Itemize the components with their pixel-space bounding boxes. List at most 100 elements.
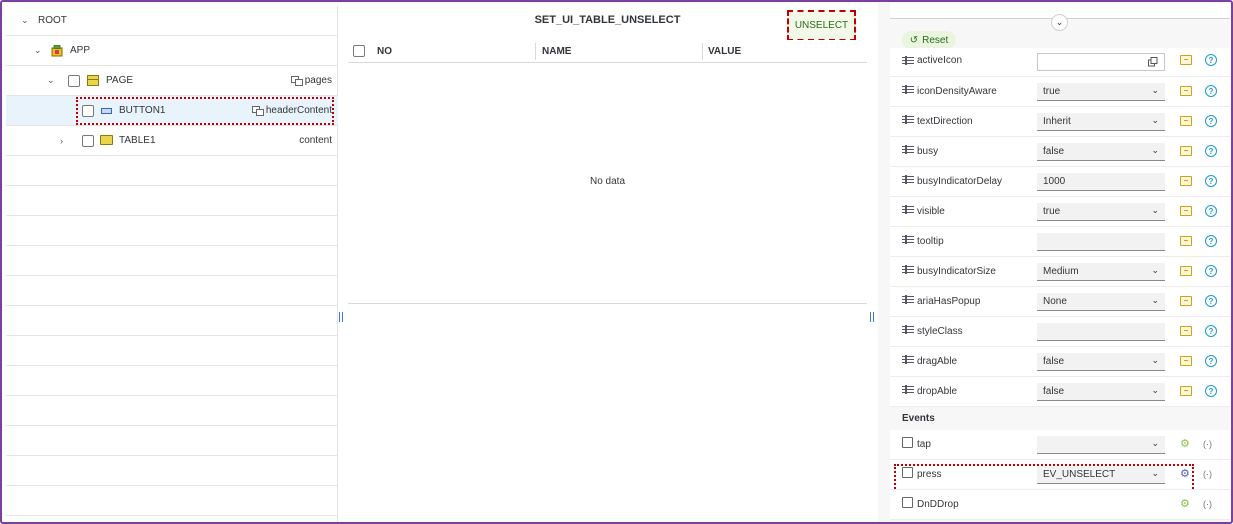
code-link-icon[interactable]: (·) — [1203, 499, 1212, 509]
tree-row-empty — [6, 276, 338, 306]
splitter-handle[interactable] — [339, 312, 343, 322]
column-header-name[interactable]: NAME — [542, 40, 571, 62]
column-separator — [535, 43, 536, 60]
reset-button[interactable]: ↺ Reset — [902, 31, 956, 49]
folder-icon[interactable] — [1180, 296, 1192, 306]
splitter-handle[interactable] — [870, 312, 874, 322]
code-link-icon[interactable]: (·) — [1203, 469, 1212, 479]
property-input[interactable] — [1037, 53, 1165, 71]
help-icon[interactable]: ? — [1205, 115, 1217, 127]
folder-icon[interactable] — [1180, 356, 1192, 366]
property-label: activeIcon — [917, 55, 963, 66]
gear-icon[interactable]: ⚙ — [1180, 498, 1190, 510]
folder-icon[interactable] — [1180, 146, 1192, 156]
property-row-busyindicatorsize: busyIndicatorSize Medium ⌄ ? — [890, 257, 1230, 287]
help-icon[interactable]: ? — [1205, 145, 1217, 157]
tree-row-root[interactable]: ⌄ ROOT — [6, 6, 338, 36]
tree-row-app[interactable]: ⌄ APP — [6, 36, 338, 66]
folder-icon[interactable] — [1180, 116, 1192, 126]
help-icon[interactable]: ? — [1205, 385, 1217, 397]
help-icon[interactable]: ? — [1205, 235, 1217, 247]
column-header-no[interactable]: NO — [377, 40, 392, 62]
event-handler-select[interactable]: ⌄ — [1037, 436, 1165, 454]
chevron-down-icon: ⌄ — [1151, 295, 1159, 305]
event-checkbox[interactable] — [902, 497, 913, 508]
property-label: dragAble — [917, 356, 958, 367]
property-select[interactable]: Medium ⌄ — [1037, 263, 1165, 281]
chevron-down-icon: ⌄ — [1151, 115, 1159, 125]
help-icon[interactable]: ? — [1205, 265, 1217, 277]
folder-icon[interactable] — [1180, 326, 1192, 336]
select-all-checkbox[interactable] — [353, 45, 365, 57]
property-select[interactable]: false ⌄ — [1037, 353, 1165, 371]
property-icon — [902, 115, 914, 124]
help-icon[interactable]: ? — [1205, 355, 1217, 367]
code-link-icon[interactable]: (·) — [1203, 439, 1212, 449]
property-row-dragable: dragAble false ⌄ ? — [890, 347, 1230, 377]
property-value: true — [1043, 86, 1061, 97]
help-icon[interactable]: ? — [1205, 85, 1217, 97]
folder-icon[interactable] — [1180, 386, 1192, 396]
tree-row-page[interactable]: ⌄ PAGE pages — [6, 66, 338, 96]
gear-icon[interactable]: ⚙ — [1180, 438, 1190, 450]
help-icon[interactable]: ? — [1205, 175, 1217, 187]
tree-node-checkbox[interactable] — [82, 135, 94, 147]
tree-row-table1[interactable]: › TABLE1 content — [6, 126, 338, 156]
property-input[interactable] — [1037, 323, 1165, 341]
chevron-right-icon[interactable]: › — [60, 136, 63, 146]
column-header-value[interactable]: VALUE — [708, 40, 741, 62]
tree-row-empty — [6, 456, 338, 486]
event-label: DnDDrop — [917, 499, 959, 510]
value-help-icon[interactable] — [1148, 57, 1158, 67]
property-label: busyIndicatorDelay — [917, 176, 1003, 187]
tree-row-empty — [6, 186, 338, 216]
tree-row-empty — [6, 486, 338, 516]
help-icon[interactable]: ? — [1205, 295, 1217, 307]
folder-icon[interactable] — [1180, 86, 1192, 96]
app-frame: ⌄ ROOT ⌄ APP ⌄ PAGE pages BUTTON1 header… — [0, 0, 1233, 524]
property-label: dropAble — [917, 386, 958, 397]
property-input[interactable] — [1037, 233, 1165, 251]
property-label: iconDensityAware — [917, 86, 997, 97]
property-row-dropable: dropAble false ⌄ ? — [890, 377, 1230, 407]
property-icon — [902, 85, 914, 94]
help-icon[interactable]: ? — [1205, 205, 1217, 217]
events-section-title: Events — [902, 413, 935, 424]
folder-icon[interactable] — [1180, 266, 1192, 276]
property-row-busy: busy false ⌄ ? — [890, 137, 1230, 167]
chevron-down-icon[interactable]: ⌄ — [34, 45, 42, 56]
property-select[interactable]: true ⌄ — [1037, 203, 1165, 221]
property-select[interactable]: true ⌄ — [1037, 83, 1165, 101]
property-row-icondensityaware: iconDensityAware true ⌄ ? — [890, 77, 1230, 107]
tree-node-label: APP — [70, 45, 91, 56]
collapse-button[interactable]: ⌄ — [1051, 14, 1068, 31]
folder-icon[interactable] — [1180, 236, 1192, 246]
tree-row-empty — [6, 426, 338, 456]
help-icon[interactable]: ? — [1205, 325, 1217, 337]
chevron-down-icon[interactable]: ⌄ — [47, 75, 55, 86]
event-label: tap — [917, 439, 931, 450]
folder-icon[interactable] — [1180, 206, 1192, 216]
property-select[interactable]: Inherit ⌄ — [1037, 113, 1165, 131]
tree-node-label: ROOT — [38, 15, 67, 26]
folder-icon[interactable] — [1180, 176, 1192, 186]
property-select[interactable]: false ⌄ — [1037, 143, 1165, 161]
aggregation-label: pages — [290, 75, 332, 86]
unselect-button[interactable]: UNSELECT — [787, 10, 856, 41]
event-checkbox[interactable] — [902, 437, 913, 448]
tree-row-button1[interactable]: BUTTON1 headerContent — [6, 96, 338, 126]
property-input[interactable]: 1000 — [1037, 173, 1165, 191]
tree-node-checkbox[interactable] — [68, 75, 80, 87]
chevron-down-icon: ⌄ — [1151, 265, 1159, 275]
folder-icon[interactable] — [1180, 55, 1192, 65]
property-select[interactable]: false ⌄ — [1037, 383, 1165, 401]
chevron-down-icon: ⌄ — [1151, 385, 1159, 395]
chevron-down-icon[interactable]: ⌄ — [21, 15, 29, 26]
property-icon — [902, 295, 914, 304]
property-value: true — [1043, 206, 1061, 217]
property-icon — [902, 355, 914, 364]
chevron-down-icon: ⌄ — [1151, 145, 1159, 155]
property-select[interactable]: None ⌄ — [1037, 293, 1165, 311]
event-row-dnddrop: DnDDrop ⚙ (·) — [890, 490, 1230, 520]
help-icon[interactable]: ? — [1205, 54, 1217, 66]
